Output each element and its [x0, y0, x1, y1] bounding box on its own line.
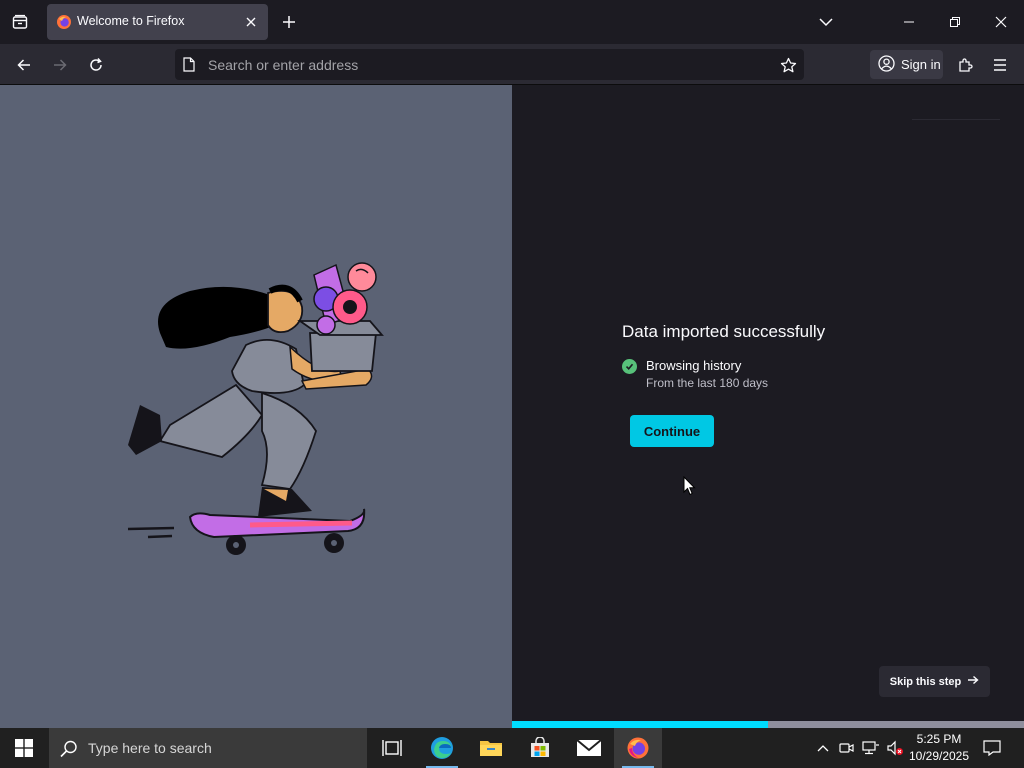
tab-strip: Welcome to Firefox — [0, 0, 1024, 44]
mail-icon[interactable] — [565, 728, 613, 768]
account-icon — [878, 54, 895, 75]
windows-taskbar: Type here to search 5:25 PM 10/29/2025 — [0, 728, 1024, 768]
hamburger-menu-icon[interactable] — [987, 52, 1013, 78]
checkmark-icon — [622, 359, 637, 374]
taskbar-clock[interactable]: 5:25 PM 10/29/2025 — [906, 731, 972, 765]
url-input[interactable] — [208, 55, 768, 75]
meet-now-icon[interactable] — [836, 728, 858, 768]
volume-muted-icon[interactable] — [884, 728, 906, 768]
file-explorer-icon[interactable] — [467, 728, 515, 768]
network-icon[interactable] — [860, 728, 882, 768]
task-view-icon[interactable] — [368, 728, 416, 768]
edge-icon[interactable] — [418, 728, 466, 768]
bookmark-star-icon[interactable] — [778, 55, 798, 75]
sign-in-label: Sign in — [901, 57, 941, 72]
arrow-right-icon — [967, 675, 979, 688]
skip-step-button[interactable]: Skip this step — [879, 666, 990, 697]
taskbar-search-placeholder: Type here to search — [88, 740, 212, 756]
new-tab-icon[interactable] — [278, 11, 300, 33]
mouse-pointer-icon — [683, 476, 696, 496]
address-bar[interactable] — [175, 49, 804, 80]
clock-time: 5:25 PM — [916, 732, 962, 746]
imported-item-detail: From the last 180 days — [646, 376, 769, 390]
notifications-icon[interactable] — [978, 728, 1006, 768]
navigation-toolbar: Sign in — [0, 44, 1024, 85]
page-title: Data imported successfully — [622, 322, 826, 341]
imported-item-label: Browsing history — [646, 358, 742, 373]
clock-date: 10/29/2025 — [908, 749, 970, 763]
search-icon — [59, 739, 79, 759]
sign-in-button[interactable]: Sign in — [870, 50, 943, 79]
extensions-icon[interactable] — [952, 52, 978, 78]
illustration-panel — [0, 85, 512, 728]
close-tab-icon[interactable] — [242, 13, 260, 31]
chevron-down-icon[interactable] — [815, 11, 837, 33]
continue-button[interactable]: Continue — [630, 415, 714, 447]
firefox-icon[interactable] — [614, 728, 662, 768]
page-icon — [183, 57, 197, 72]
onboarding-page: Data imported successfully Browsing hist… — [0, 85, 1024, 728]
onboarding-progress-bar — [512, 721, 1024, 728]
tab-title: Welcome to Firefox — [77, 14, 185, 28]
store-icon[interactable] — [516, 728, 564, 768]
skateboarder-illustration — [127, 262, 384, 555]
skip-step-label: Skip this step — [889, 675, 962, 688]
firefox-favicon-icon — [56, 14, 72, 30]
tab-welcome[interactable]: Welcome to Firefox — [47, 4, 268, 40]
taskbar-search-box[interactable]: Type here to search — [49, 728, 367, 768]
restore-icon[interactable] — [932, 0, 978, 44]
windows-start-icon[interactable] — [0, 728, 48, 768]
reload-icon[interactable] — [83, 52, 109, 78]
chevron-up-icon[interactable] — [812, 728, 834, 768]
firefox-view-icon[interactable] — [8, 10, 32, 34]
divider — [912, 119, 1000, 120]
forward-arrow-icon[interactable] — [47, 52, 73, 78]
onboarding-progress-fill — [512, 721, 768, 728]
import-panel: Data imported successfully Browsing hist… — [512, 85, 1024, 728]
back-arrow-icon[interactable] — [11, 52, 37, 78]
close-window-icon[interactable] — [978, 0, 1024, 44]
minimize-icon[interactable] — [886, 0, 932, 44]
